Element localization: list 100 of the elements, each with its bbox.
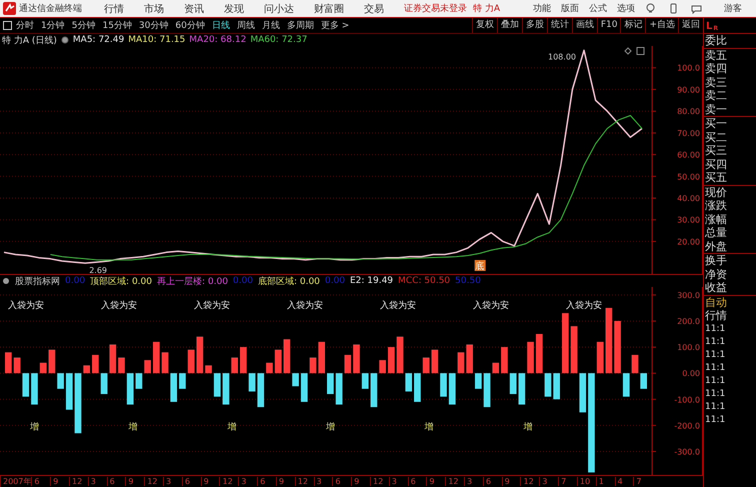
diamond-icon[interactable]: [624, 47, 632, 55]
panel-toggle-icon[interactable]: [3, 21, 12, 30]
phone-icon[interactable]: [668, 3, 679, 14]
time-label: 12: [445, 477, 464, 486]
quote-label: 卖二: [705, 89, 728, 102]
tool-button[interactable]: 返回: [678, 18, 703, 33]
expand-icon[interactable]: [636, 47, 644, 55]
period-tab[interactable]: 60分钟: [175, 19, 205, 32]
menu-item[interactable]: 财富圈: [314, 2, 344, 16]
time-label: 3: [388, 477, 408, 486]
quote-label: 涨幅: [705, 212, 728, 226]
message-icon[interactable]: [691, 3, 702, 14]
axis-label: 200.0: [677, 316, 700, 326]
axis-label: -200.0: [674, 421, 700, 430]
user-name[interactable]: 游客: [724, 2, 742, 15]
corner-mark: L: [706, 21, 712, 33]
axis-label: 40.00: [677, 194, 700, 203]
tool-button[interactable]: 多股: [522, 18, 547, 33]
time-label: 9: [50, 477, 69, 486]
stock-label: 特 力A (日线): [2, 34, 57, 46]
time-label: 6: [408, 477, 426, 486]
axis-label: 100.0: [677, 64, 700, 73]
tool-button[interactable]: +自选: [645, 18, 678, 33]
axis-label: 50.00: [677, 172, 700, 182]
signal-label: 增: [424, 422, 434, 432]
period-tab[interactable]: 15分钟: [102, 19, 132, 32]
auto-tab[interactable]: 自动: [704, 296, 756, 309]
tool-button[interactable]: 复权: [472, 18, 497, 33]
tool-button[interactable]: 标记: [620, 18, 646, 33]
high-price-label: 108.00: [548, 52, 576, 62]
signal-label: 入袋为安: [473, 300, 510, 311]
app-logo-icon: [3, 2, 16, 15]
axis-label: 300.0: [677, 290, 700, 300]
more-button[interactable]: 更多 >: [320, 19, 350, 32]
menu-item[interactable]: 版面: [561, 2, 579, 15]
signal-label: 入袋为安: [101, 300, 138, 311]
signal-label: 入袋为安: [8, 300, 44, 311]
tool-button[interactable]: 叠加: [496, 18, 522, 33]
menu-item[interactable]: 行情: [104, 2, 124, 16]
time-label: 9: [276, 477, 295, 486]
menu-item[interactable]: 问小达: [264, 2, 294, 16]
period-tab[interactable]: 分时: [16, 19, 34, 32]
time-label: 9: [426, 477, 446, 486]
time-label: 6: [482, 477, 502, 486]
ma-value: MA10: 71.15: [128, 35, 186, 45]
trade-time: 11:1: [704, 400, 726, 414]
bulb-icon[interactable]: [645, 3, 656, 14]
period-tab[interactable]: 1分钟: [41, 19, 65, 32]
quote-label: 换手: [705, 254, 728, 268]
app-title: 通达信金融终端: [19, 2, 82, 15]
axis-label: 30.00: [677, 216, 700, 225]
time-label: 12: [294, 477, 314, 486]
menu-item[interactable]: 公式: [589, 2, 607, 15]
time-label: 3: [464, 477, 483, 486]
period-tab[interactable]: 日线: [212, 19, 230, 32]
menu-item[interactable]: 交易: [364, 2, 384, 16]
time-label: 12: [520, 477, 540, 486]
signal-label: 增: [227, 422, 236, 432]
tool-button[interactable]: 统计: [546, 18, 572, 33]
tool-button[interactable]: 画线: [572, 18, 597, 33]
time-label: 6: [332, 477, 352, 486]
ma-value: MA20: 68.12: [189, 35, 246, 45]
axis-label: 20.00: [677, 237, 700, 246]
axis-label: -100.0: [674, 395, 700, 404]
trade-time: 11:1: [704, 322, 726, 336]
time-label: 3: [314, 477, 332, 486]
time-label: 6: [106, 477, 126, 486]
period-tab[interactable]: 月线: [262, 19, 280, 32]
tool-button[interactable]: F10: [596, 18, 620, 33]
time-label: 12: [144, 477, 164, 486]
quote-label: 买五: [705, 171, 728, 184]
period-tab[interactable]: 周线: [236, 19, 255, 32]
time-label: 9: [200, 477, 220, 486]
time-label: 3: [539, 477, 558, 486]
indicator-value: 再上一层楼: 0.00: [156, 276, 228, 288]
menu-item[interactable]: 发现: [224, 2, 244, 16]
indicator-value: 0.00: [65, 276, 86, 286]
menu-item[interactable]: 市场: [144, 2, 164, 16]
menu-item[interactable]: 功能: [533, 2, 551, 15]
indicator-value: 0.00: [232, 276, 253, 286]
indicator-value: MCC: 50.50: [398, 276, 450, 286]
time-label: 6: [31, 477, 50, 486]
quote-label: 总量: [705, 226, 728, 240]
quote-label: 卖一: [705, 102, 728, 116]
quote-label: 买一: [705, 117, 728, 130]
axis-label: 70.00: [677, 128, 700, 138]
period-tab[interactable]: 30分钟: [138, 19, 168, 32]
time-label: 7: [558, 477, 577, 486]
time-label: 6: [257, 477, 276, 486]
period-tab[interactable]: 多周期: [286, 19, 314, 32]
quote-label: 卖四: [705, 62, 728, 76]
menu-item[interactable]: 资讯: [184, 2, 204, 16]
period-tab[interactable]: 5分钟: [72, 19, 96, 32]
time-label: 3: [163, 477, 182, 486]
time-label: 10: [576, 477, 596, 486]
market-tab[interactable]: 行情: [704, 309, 756, 322]
ma-value: MA60: 72.37: [250, 35, 308, 45]
menu-item[interactable]: 选项: [617, 2, 635, 15]
time-label: 9: [351, 477, 370, 486]
quote-label: 卖三: [705, 76, 728, 89]
